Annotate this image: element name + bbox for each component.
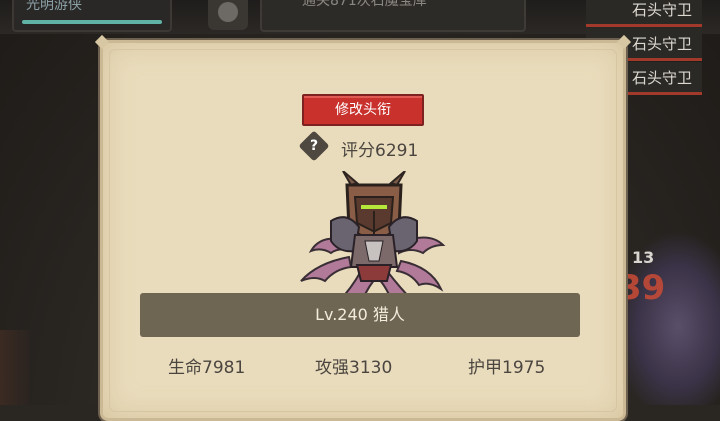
info-button[interactable] (208, 0, 248, 30)
stat-armor: 护甲1975 (468, 358, 546, 378)
hero-level-class: Lv.240 猎人 (315, 305, 405, 324)
score-row: ? 评分6291 (298, 130, 539, 162)
hero-portrait (300, 171, 446, 302)
stat-hp: 生命7981 (168, 358, 246, 378)
stat-attack: 攻强3130 (315, 358, 393, 378)
glowing-eyes (361, 205, 387, 209)
enemy-name: 石头守卫 (631, 1, 692, 19)
enemy-name: 石头守卫 (631, 35, 692, 53)
stage-banner: 通关871次石魔宝库 (260, 0, 526, 32)
player-name: 光明游侠 (26, 0, 82, 13)
hero-name-bar: Lv.240 猎人 (140, 293, 580, 337)
stage-text: 通关871次石魔宝库 (302, 0, 427, 9)
change-title-button[interactable]: 修改头衔 (302, 94, 424, 126)
score-label: 评分6291 (341, 141, 419, 161)
left-horn (342, 171, 359, 187)
monster-silhouette (612, 230, 720, 405)
info-icon (218, 2, 238, 22)
enemy-item[interactable]: 石头守卫 (586, 0, 702, 27)
hero-stats: 生命7981 攻强3130 护甲1975 (140, 353, 580, 383)
scene-decoration (0, 330, 30, 405)
right-horn (389, 171, 406, 187)
belt (355, 264, 393, 282)
hero-info-dialog: 修改头衔 ? 评分6291 Lv.240 猎人 生命7981 攻强3130 护甲… (94, 34, 632, 421)
enemy-name: 石头守卫 (631, 69, 692, 87)
player-info-panel[interactable]: 光明游侠 (12, 0, 172, 32)
player-exp-bar (22, 20, 162, 24)
damage-number-small: 13 (632, 248, 655, 267)
question-mark-icon: ? (309, 138, 319, 154)
